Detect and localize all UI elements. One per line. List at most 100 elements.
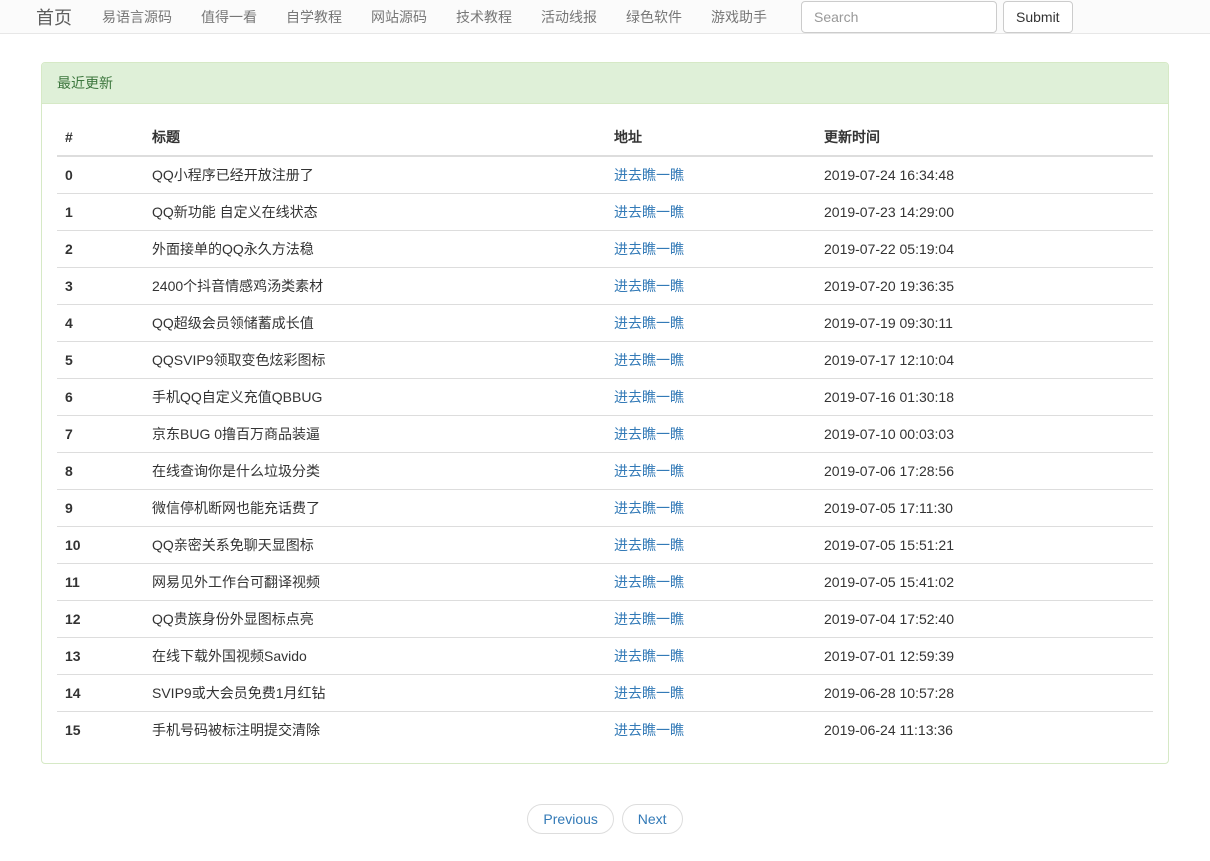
col-header-index: # — [57, 119, 144, 156]
row-index: 0 — [57, 156, 144, 194]
row-time: 2019-07-16 01:30:18 — [816, 379, 1153, 416]
table-row: 14 SVIP9或大会员免费1月红钻 进去瞧一瞧 2019-06-28 10:5… — [57, 675, 1153, 712]
row-index: 4 — [57, 305, 144, 342]
updates-table: # 标题 地址 更新时间 0 QQ小程序已经开放注册了 进去瞧一瞧 2019-0… — [57, 119, 1153, 748]
row-time: 2019-07-19 09:30:11 — [816, 305, 1153, 342]
search-form: Submit — [801, 1, 1073, 33]
row-title: 网易见外工作台可翻译视频 — [144, 564, 606, 601]
row-link[interactable]: 进去瞧一瞧 — [614, 685, 684, 701]
table-body: 0 QQ小程序已经开放注册了 进去瞧一瞧 2019-07-24 16:34:48… — [57, 156, 1153, 748]
row-title: QQ亲密关系免聊天显图标 — [144, 527, 606, 564]
row-link[interactable]: 进去瞧一瞧 — [614, 389, 684, 405]
nav-item-tech-tutorials[interactable]: 技术教程 — [456, 9, 512, 25]
pager: Previous Next — [41, 804, 1169, 834]
row-time: 2019-07-05 17:11:30 — [816, 490, 1153, 527]
row-time: 2019-07-06 17:28:56 — [816, 453, 1153, 490]
row-title: 在线下载外国视频Savido — [144, 638, 606, 675]
nav-item-activity-news[interactable]: 活动线报 — [541, 9, 597, 25]
row-time: 2019-07-05 15:41:02 — [816, 564, 1153, 601]
row-index: 6 — [57, 379, 144, 416]
table-row: 3 2400个抖音情感鸡汤类素材 进去瞧一瞧 2019-07-20 19:36:… — [57, 268, 1153, 305]
nav-item-game-assistant[interactable]: 游戏助手 — [711, 9, 767, 25]
row-link[interactable]: 进去瞧一瞧 — [614, 204, 684, 220]
panel-body: # 标题 地址 更新时间 0 QQ小程序已经开放注册了 进去瞧一瞧 2019-0… — [42, 104, 1168, 763]
row-link[interactable]: 进去瞧一瞧 — [614, 648, 684, 664]
table-row: 5 QQSVIP9领取变色炫彩图标 进去瞧一瞧 2019-07-17 12:10… — [57, 342, 1153, 379]
row-time: 2019-07-04 17:52:40 — [816, 601, 1153, 638]
navbar: 首页 易语言源码 值得一看 自学教程 网站源码 技术教程 活动线报 绿色软件 游… — [0, 0, 1210, 34]
row-time: 2019-06-28 10:57:28 — [816, 675, 1153, 712]
row-title: QQ超级会员领储蓄成长值 — [144, 305, 606, 342]
row-title: 手机号码被标注明提交清除 — [144, 712, 606, 749]
row-link[interactable]: 进去瞧一瞧 — [614, 278, 684, 294]
row-link[interactable]: 进去瞧一瞧 — [614, 352, 684, 368]
row-title: 微信停机断网也能充话费了 — [144, 490, 606, 527]
row-index: 12 — [57, 601, 144, 638]
row-time: 2019-07-22 05:19:04 — [816, 231, 1153, 268]
table-row: 10 QQ亲密关系免聊天显图标 进去瞧一瞧 2019-07-05 15:51:2… — [57, 527, 1153, 564]
previous-button[interactable]: Previous — [527, 804, 613, 834]
row-title: 手机QQ自定义充值QBBUG — [144, 379, 606, 416]
table-row: 12 QQ贵族身份外显图标点亮 进去瞧一瞧 2019-07-04 17:52:4… — [57, 601, 1153, 638]
row-time: 2019-07-20 19:36:35 — [816, 268, 1153, 305]
row-title: QQSVIP9领取变色炫彩图标 — [144, 342, 606, 379]
row-time: 2019-07-17 12:10:04 — [816, 342, 1153, 379]
row-link[interactable]: 进去瞧一瞧 — [614, 500, 684, 516]
recent-updates-panel: 最近更新 # 标题 地址 更新时间 0 QQ小程序已经开放注册了 进去瞧一瞧 2… — [41, 62, 1169, 764]
row-title: 2400个抖音情感鸡汤类素材 — [144, 268, 606, 305]
nav-item-green-software[interactable]: 绿色软件 — [626, 9, 682, 25]
row-time: 2019-07-23 14:29:00 — [816, 194, 1153, 231]
table-row: 7 京东BUG 0撸百万商品装逼 进去瞧一瞧 2019-07-10 00:03:… — [57, 416, 1153, 453]
row-link[interactable]: 进去瞧一瞧 — [614, 426, 684, 442]
row-title: QQ小程序已经开放注册了 — [144, 156, 606, 194]
table-row: 0 QQ小程序已经开放注册了 进去瞧一瞧 2019-07-24 16:34:48 — [57, 156, 1153, 194]
table-row: 4 QQ超级会员领储蓄成长值 进去瞧一瞧 2019-07-19 09:30:11 — [57, 305, 1153, 342]
row-time: 2019-07-01 12:59:39 — [816, 638, 1153, 675]
row-index: 1 — [57, 194, 144, 231]
row-index: 3 — [57, 268, 144, 305]
row-index: 8 — [57, 453, 144, 490]
navbar-menu: 易语言源码 值得一看 自学教程 网站源码 技术教程 活动线报 绿色软件 游戏助手 — [102, 7, 767, 27]
row-title: QQ贵族身份外显图标点亮 — [144, 601, 606, 638]
row-index: 11 — [57, 564, 144, 601]
row-link[interactable]: 进去瞧一瞧 — [614, 167, 684, 183]
table-row: 8 在线查询你是什么垃圾分类 进去瞧一瞧 2019-07-06 17:28:56 — [57, 453, 1153, 490]
row-title: SVIP9或大会员免费1月红钻 — [144, 675, 606, 712]
row-index: 14 — [57, 675, 144, 712]
row-time: 2019-07-05 15:51:21 — [816, 527, 1153, 564]
table-row: 9 微信停机断网也能充话费了 进去瞧一瞧 2019-07-05 17:11:30 — [57, 490, 1153, 527]
row-time: 2019-07-10 00:03:03 — [816, 416, 1153, 453]
table-row: 6 手机QQ自定义充值QBBUG 进去瞧一瞧 2019-07-16 01:30:… — [57, 379, 1153, 416]
row-title: 在线查询你是什么垃圾分类 — [144, 453, 606, 490]
row-link[interactable]: 进去瞧一瞧 — [614, 722, 684, 738]
col-header-url: 地址 — [606, 119, 816, 156]
row-title: 外面接单的QQ永久方法稳 — [144, 231, 606, 268]
row-index: 9 — [57, 490, 144, 527]
row-time: 2019-06-24 11:13:36 — [816, 712, 1153, 749]
nav-item-yiyuyan-source[interactable]: 易语言源码 — [102, 9, 172, 25]
search-input[interactable] — [801, 1, 997, 33]
search-submit-button[interactable]: Submit — [1003, 1, 1073, 33]
table-row: 11 网易见外工作台可翻译视频 进去瞧一瞧 2019-07-05 15:41:0… — [57, 564, 1153, 601]
row-title: QQ新功能 自定义在线状态 — [144, 194, 606, 231]
table-row: 15 手机号码被标注明提交清除 进去瞧一瞧 2019-06-24 11:13:3… — [57, 712, 1153, 749]
row-time: 2019-07-24 16:34:48 — [816, 156, 1153, 194]
row-index: 10 — [57, 527, 144, 564]
row-link[interactable]: 进去瞧一瞧 — [614, 241, 684, 257]
table-row: 13 在线下载外国视频Savido 进去瞧一瞧 2019-07-01 12:59… — [57, 638, 1153, 675]
row-link[interactable]: 进去瞧一瞧 — [614, 611, 684, 627]
row-link[interactable]: 进去瞧一瞧 — [614, 537, 684, 553]
col-header-time: 更新时间 — [816, 119, 1153, 156]
row-link[interactable]: 进去瞧一瞧 — [614, 463, 684, 479]
row-index: 15 — [57, 712, 144, 749]
table-row: 1 QQ新功能 自定义在线状态 进去瞧一瞧 2019-07-23 14:29:0… — [57, 194, 1153, 231]
navbar-brand-home[interactable]: 首页 — [36, 4, 72, 30]
row-index: 5 — [57, 342, 144, 379]
row-link[interactable]: 进去瞧一瞧 — [614, 574, 684, 590]
row-link[interactable]: 进去瞧一瞧 — [614, 315, 684, 331]
nav-item-self-study[interactable]: 自学教程 — [286, 9, 342, 25]
next-button[interactable]: Next — [622, 804, 683, 834]
nav-item-website-source[interactable]: 网站源码 — [371, 9, 427, 25]
table-header-row: # 标题 地址 更新时间 — [57, 119, 1153, 156]
nav-item-worth-a-look[interactable]: 值得一看 — [201, 9, 257, 25]
